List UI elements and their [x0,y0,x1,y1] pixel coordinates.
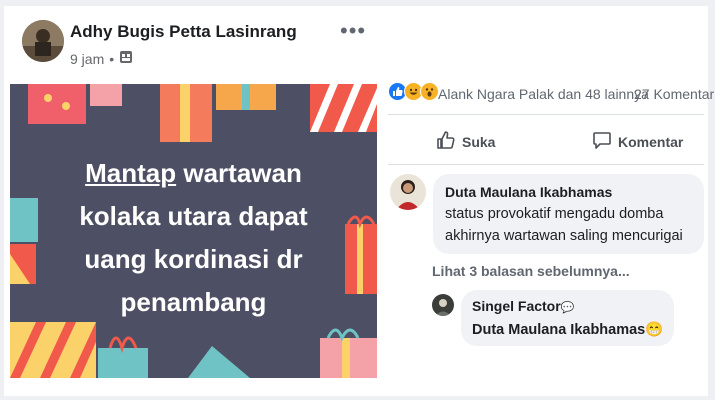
post-image-text: Mantap wartawan kolaka utara dapat uang … [10,152,377,324]
wow-icon [420,82,439,101]
reply-avatar[interactable] [432,294,454,316]
post-meta: 9 jam • [70,50,133,67]
like-button[interactable]: Suka [436,130,495,153]
comment-bubble: Duta Maulana Ikabhamas status provokatif… [433,174,704,254]
image-text-line2: kolaka utara dapat [79,201,308,231]
author-avatar[interactable] [22,20,64,62]
like-label: Suka [462,133,496,150]
comment-text-line2: akhirnya wartawan saling mencurigai [445,228,683,244]
thumbs-up-icon [436,130,456,153]
comment-button[interactable]: Komentar [592,130,683,153]
messenger-emoji-icon: 💬 [560,302,575,314]
view-previous-replies-link[interactable]: Lihat 3 balasan sebelumnya... [432,263,630,279]
reaction-summary[interactable]: Alank Ngara Palak dan 48 lainnya [438,86,649,102]
post-time[interactable]: 9 jam [70,51,104,67]
speech-bubble-icon [592,130,612,153]
comment-label: Komentar [618,133,684,150]
more-options-button[interactable]: ••• [340,18,366,44]
image-text-line1: wartawan [176,158,302,188]
meta-separator: • [109,50,115,67]
audience-icon[interactable] [119,50,133,67]
image-text-highlight: Mantap [85,158,177,188]
divider [388,114,704,115]
reply-author-name[interactable]: Singel Factor [472,298,561,314]
reaction-icons[interactable] [388,82,439,101]
reply-mention[interactable]: Duta Maulana Ikabhamas [472,322,645,338]
reply-bubble: Singel Factor💬 Duta Maulana Ikabhamas😁 [461,290,675,346]
divider [388,164,704,165]
grinning-emoji-icon: 😁 [645,322,664,338]
comment-count[interactable]: 27 Komentar [634,86,714,102]
image-text-line4: penambang [120,287,267,317]
post-image[interactable]: Mantap wartawan kolaka utara dapat uang … [10,84,377,378]
comment-text-line1: status provokatif mengadu domba [445,206,664,222]
author-name[interactable]: Adhy Bugis Petta Lasinrang [70,22,297,42]
commenter-name[interactable]: Duta Maulana Ikabhamas [445,181,692,203]
commenter-avatar[interactable] [390,174,426,210]
image-text-line3: uang kordinasi dr [84,244,303,274]
